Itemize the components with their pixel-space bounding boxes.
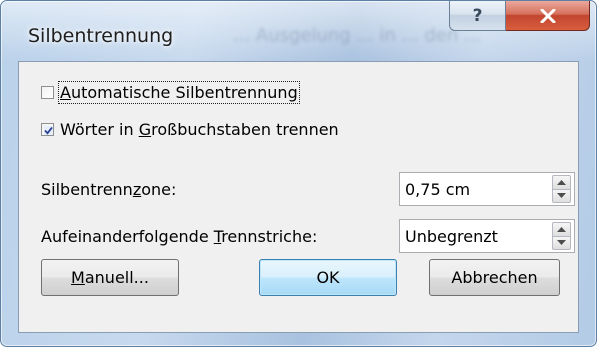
close-button[interactable] — [506, 1, 590, 31]
arrow-down-icon — [557, 193, 566, 199]
consecutive-hyphens-increment[interactable] — [552, 222, 571, 236]
hyphenation-zone-decrement[interactable] — [552, 188, 571, 203]
consecutive-hyphens-decrement[interactable] — [552, 235, 571, 250]
ok-button-label: OK — [316, 268, 340, 287]
hyphenation-zone-increment[interactable] — [552, 175, 571, 189]
dialog-window: ... Ausgelung ... in ... den ... Silbent… — [0, 0, 597, 347]
hyphenation-zone-input[interactable]: 0,75 cm — [400, 180, 552, 199]
consecutive-hyphens-label: Aufeinanderfolgende Trennstriche: — [41, 227, 318, 246]
caps-hyphenation-checkbox-row[interactable]: Wörter in Großbuchstaben trennen — [41, 120, 339, 139]
manual-button[interactable]: Manuell... — [41, 259, 179, 296]
arrow-up-icon — [557, 179, 566, 185]
consecutive-hyphens-input[interactable]: Unbegrenzt — [400, 227, 552, 246]
ok-button[interactable]: OK — [259, 259, 397, 296]
close-icon — [540, 8, 555, 23]
arrow-up-icon — [557, 226, 566, 232]
background-text: ... Ausgelung ... in ... den ... — [233, 25, 482, 46]
caps-hyphenation-label: Wörter in Großbuchstaben trennen — [60, 120, 339, 139]
window-title: Silbentrennung — [28, 25, 174, 47]
caps-hyphenation-checkbox[interactable] — [41, 123, 54, 136]
dialog-client-area: Automatische Silbentrennung Wörter in Gr… — [18, 61, 579, 333]
hyphenation-zone-spinner[interactable]: 0,75 cm — [399, 172, 575, 206]
consecutive-hyphens-spinner[interactable]: Unbegrenzt — [399, 219, 575, 253]
auto-hyphenation-checkbox[interactable] — [41, 86, 54, 99]
auto-hyphenation-label: Automatische Silbentrennung — [58, 81, 300, 104]
help-label: ? — [472, 5, 483, 26]
auto-hyphenation-checkbox-row[interactable]: Automatische Silbentrennung — [41, 81, 300, 104]
arrow-down-icon — [557, 240, 566, 246]
checkmark-icon — [44, 126, 53, 135]
consecutive-hyphens-stepper — [552, 222, 571, 250]
hyphenation-zone-stepper — [552, 175, 571, 203]
hyphenation-zone-label: Silbentrennzone: — [41, 180, 177, 199]
help-button[interactable]: ? — [449, 1, 506, 31]
cancel-button[interactable]: Abbrechen — [429, 259, 560, 296]
manual-button-label: Manuell... — [71, 268, 149, 287]
cancel-button-label: Abbrechen — [451, 268, 538, 287]
caption-buttons: ? — [449, 1, 590, 32]
